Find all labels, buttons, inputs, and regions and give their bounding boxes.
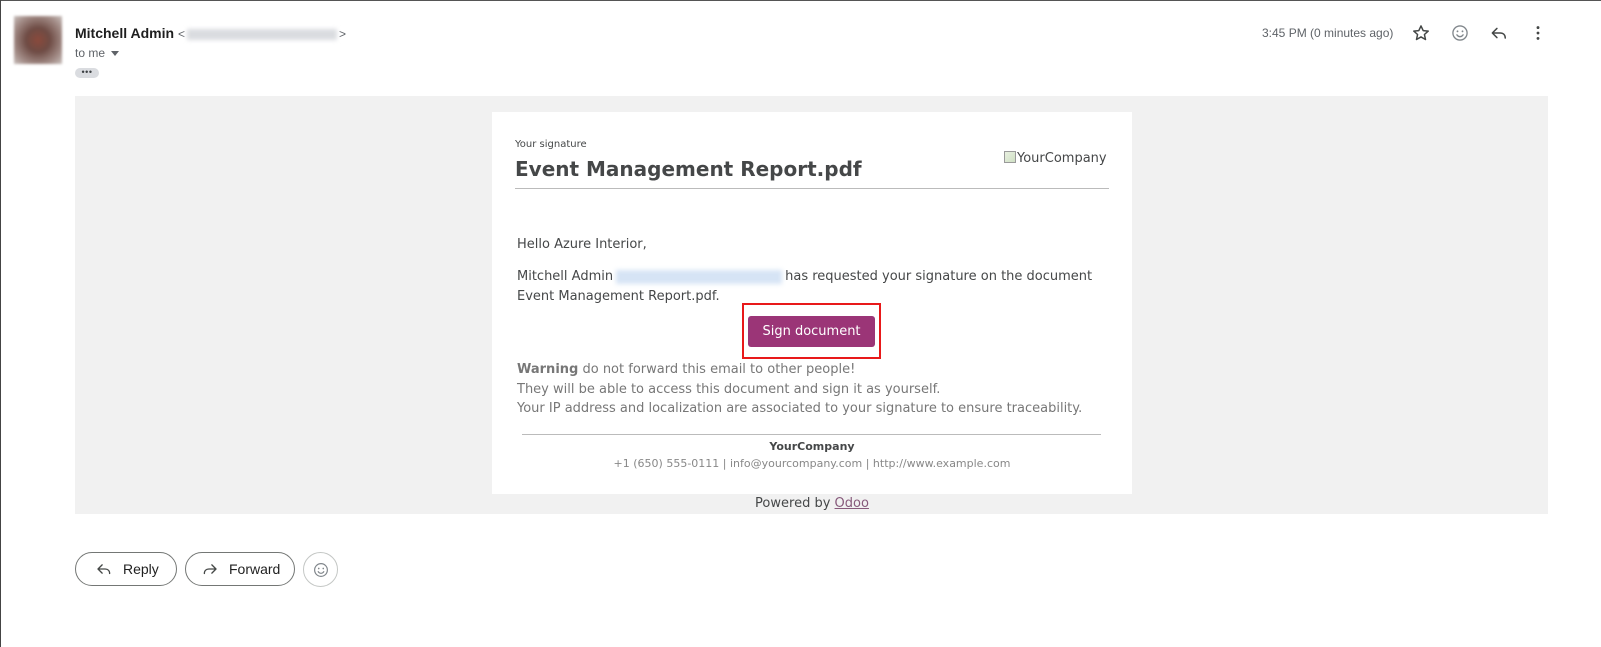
sender-email-redacted — [186, 29, 337, 41]
footer-company: YourCompany — [769, 440, 855, 453]
company-logo: YourCompany — [1004, 151, 1107, 166]
reply-button-label: Reply — [123, 561, 159, 577]
add-reaction-button[interactable] — [303, 552, 338, 587]
star-icon[interactable] — [1411, 23, 1431, 43]
footer-contact: +1 (650) 555-0111 | info@yourcompany.com… — [613, 457, 1011, 470]
odoo-link[interactable]: Odoo — [835, 496, 869, 511]
warning-label: Warning — [517, 362, 579, 377]
more-vert-icon[interactable] — [1528, 23, 1548, 43]
signature-request-card: Your signature Event Management Report.p… — [492, 112, 1132, 494]
warning-line-1: do not forward this email to other peopl… — [582, 362, 856, 377]
request-message: Mitchell Admin has requested your signatu… — [517, 267, 1107, 307]
forward-button-label: Forward — [229, 561, 281, 577]
warning-text: Warning do not forward this email to oth… — [517, 360, 1082, 419]
recipient-label: to me — [75, 46, 106, 60]
emoji-icon[interactable] — [1450, 23, 1470, 43]
powered-by-line: Powered by Odoo — [492, 496, 1132, 511]
recipient-details-toggle[interactable]: to me — [75, 46, 120, 60]
sender-email: < > — [177, 27, 346, 41]
reply-button[interactable]: Reply — [75, 552, 177, 586]
sign-document-button[interactable]: Sign document — [748, 316, 875, 347]
footer-divider — [522, 434, 1101, 435]
reply-icon — [97, 564, 111, 575]
warning-line-3: Your IP address and localization are ass… — [517, 401, 1083, 416]
company-logo-alt: YourCompany — [1017, 151, 1107, 166]
show-trimmed-content-button[interactable]: ••• — [75, 68, 99, 78]
document-title: Event Management Report.pdf — [515, 157, 862, 181]
message-timestamp: 3:45 PM (0 minutes ago) — [1262, 26, 1394, 40]
window-top-border — [0, 0, 1601, 1]
reply-icon[interactable] — [1489, 23, 1509, 43]
powered-by-label: Powered by — [755, 496, 831, 511]
email-subtitle: Your signature — [515, 139, 587, 150]
sender-avatar[interactable] — [14, 16, 62, 64]
greeting: Hello Azure Interior, — [517, 237, 647, 252]
chevron-down-icon — [111, 51, 120, 57]
requester-email-redacted — [616, 269, 783, 284]
sender-name[interactable]: Mitchell Admin — [75, 25, 174, 41]
requester-name: Mitchell Admin — [517, 269, 614, 284]
emoji-icon — [313, 562, 328, 577]
title-divider — [515, 188, 1109, 189]
broken-image-icon — [1004, 151, 1016, 163]
sender-line: Mitchell Admin < > — [75, 25, 346, 41]
warning-line-2: They will be able to access this documen… — [517, 381, 941, 397]
forward-button[interactable]: Forward — [185, 552, 295, 586]
window-left-border — [0, 0, 1, 647]
forward-icon — [203, 564, 217, 575]
